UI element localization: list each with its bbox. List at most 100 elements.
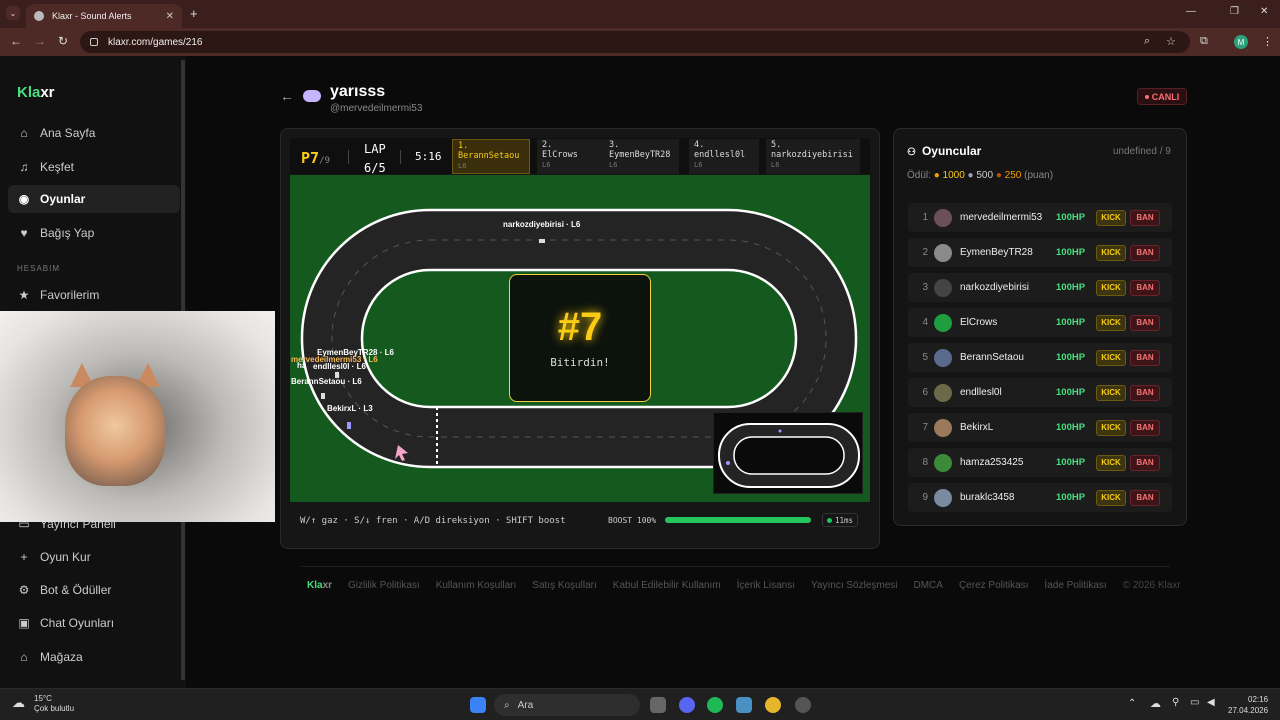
race-hud: P7/9 LAP 6/5 5:16 1. BerannSetaou L6 2. ElCr…	[290, 138, 870, 175]
back-icon[interactable]: ←	[10, 34, 22, 48]
close-tab-icon[interactable]: ✕	[166, 11, 174, 22]
onedrive-icon[interactable]: ☁	[1150, 697, 1161, 710]
car-label: narkozdiyebirisi · L6	[503, 220, 581, 229]
ping-indicator: 11ms	[822, 513, 858, 527]
task-view-icon[interactable]	[650, 697, 666, 713]
reload-icon[interactable]: ↻	[58, 34, 68, 48]
footer-divider	[300, 566, 1170, 567]
player-rank: 8	[922, 457, 928, 468]
zoom-icon[interactable]: ⌕	[1144, 35, 1150, 48]
ban-button[interactable]: BAN	[1130, 244, 1160, 261]
gamepad-icon: ◉	[18, 192, 30, 206]
player-hp: 100HP	[1056, 212, 1086, 223]
kick-button[interactable]: KICK	[1096, 454, 1126, 471]
taskbar-clock[interactable]: 02:16 27.04.2026	[1228, 694, 1268, 716]
klaxr-logo[interactable]: Klaxr	[17, 84, 55, 101]
restore-icon[interactable]: ❐	[1230, 6, 1239, 17]
weather-widget[interactable]: ☁ 15°C Çok bulutlu	[12, 694, 74, 714]
tray-chevron-icon[interactable]: ⌃	[1128, 698, 1136, 709]
kick-button[interactable]: KICK	[1096, 349, 1126, 366]
ban-button[interactable]: BAN	[1130, 209, 1160, 226]
kick-button[interactable]: KICK	[1096, 419, 1126, 436]
footer-link[interactable]: Gizlilik Politikası	[348, 580, 420, 591]
browser-tab-strip: ⌄ Klaxr - Sound Alerts ✕ + — ❐ ✕	[0, 0, 1280, 28]
kick-button[interactable]: KICK	[1096, 209, 1126, 226]
player-avatar	[934, 208, 952, 227]
sidebar-item-chat-games[interactable]: ▣ Chat Oyunları	[8, 609, 180, 637]
new-tab-icon[interactable]: +	[190, 6, 198, 21]
sidebar-section-label: HESABIM	[17, 264, 61, 273]
close-window-icon[interactable]: ✕	[1260, 6, 1268, 17]
spotify-icon[interactable]	[707, 697, 723, 713]
footer-link[interactable]: İçerik Lisansı	[737, 580, 795, 591]
taskbar-search[interactable]: ⌕ Ara	[494, 694, 640, 716]
player-hp: 100HP	[1056, 387, 1086, 398]
heart-icon: ♥	[20, 226, 28, 240]
kick-button[interactable]: KICK	[1096, 384, 1126, 401]
footer-link[interactable]: Kabul Edilebilir Kullanım	[613, 580, 721, 591]
footer-logo[interactable]: Klaxr	[307, 580, 332, 591]
start-icon[interactable]	[470, 697, 486, 713]
address-bar[interactable]: klaxr.com/games/216	[80, 31, 1190, 53]
player-avatar	[934, 243, 952, 262]
finish-message: Bitirdin!	[550, 356, 610, 369]
kick-button[interactable]: KICK	[1096, 489, 1126, 506]
site-info-icon[interactable]	[90, 38, 98, 46]
sidebar-item-home[interactable]: ⌂ Ana Sayfa	[8, 119, 180, 147]
sidebar-item-favorites[interactable]: ★ Favorilerim	[8, 281, 180, 309]
sidebar-item-donate[interactable]: ♥ Bağış Yap	[8, 219, 180, 247]
ban-button[interactable]: BAN	[1130, 279, 1160, 296]
footer-link[interactable]: Yayıncı Sözleşmesi	[811, 580, 898, 591]
footer-link[interactable]: Kullanım Koşulları	[436, 580, 517, 591]
ban-button[interactable]: BAN	[1130, 454, 1160, 471]
obs-icon[interactable]	[795, 697, 811, 713]
footer-link[interactable]: Satış Koşulları	[532, 580, 596, 591]
player-hp: 100HP	[1056, 457, 1086, 468]
bookmark-star-icon[interactable]: ☆	[1166, 35, 1176, 48]
sidebar-item-store[interactable]: ⌂ Mağaza	[8, 643, 180, 671]
hud-divider	[400, 150, 401, 164]
tab-search-button[interactable]: ⌄	[6, 6, 20, 20]
player-row: 6 endllesl0l 100HP KICK BAN	[908, 378, 1172, 407]
chrome-icon[interactable]	[765, 697, 781, 713]
extensions-icon[interactable]: ⧉	[1200, 35, 1208, 48]
footer-link[interactable]: İade Politikası	[1044, 580, 1106, 591]
back-arrow-icon[interactable]: ←	[280, 88, 294, 104]
kick-button[interactable]: KICK	[1096, 244, 1126, 261]
browser-tab[interactable]: Klaxr - Sound Alerts ✕	[26, 4, 182, 28]
footer-link[interactable]: Çerez Politikası	[959, 580, 1028, 591]
sidebar-item-discover[interactable]: ♫ Keşfet	[8, 153, 180, 181]
sidebar-item-create-game[interactable]: + Oyun Kur	[8, 543, 180, 571]
player-rank: 9	[922, 492, 928, 503]
sidebar-item-bot-rewards[interactable]: ⚙ Bot & Ödüller	[8, 576, 180, 604]
boost-label: BOOST 100%	[608, 516, 657, 525]
forward-icon[interactable]: →	[34, 34, 46, 48]
kick-button[interactable]: KICK	[1096, 314, 1126, 331]
menu-icon[interactable]: ⋮	[1262, 35, 1273, 48]
chat-icon: ▣	[18, 616, 30, 630]
ban-button[interactable]: BAN	[1130, 314, 1160, 331]
minimize-icon[interactable]: —	[1186, 6, 1196, 17]
kick-button[interactable]: KICK	[1096, 279, 1126, 296]
ban-button[interactable]: BAN	[1130, 489, 1160, 506]
game-controller-icon	[303, 90, 321, 102]
footer: Klaxr Gizlilik Politikası Kullanım Koşul…	[307, 580, 1181, 591]
game-owner[interactable]: @mervedeilmermi53	[330, 103, 422, 114]
store-icon: ⌂	[20, 650, 28, 664]
ban-button[interactable]: BAN	[1130, 419, 1160, 436]
footer-link[interactable]: DMCA	[914, 580, 943, 591]
volume-icon[interactable]: ◀	[1207, 697, 1215, 708]
app-icon[interactable]	[736, 697, 752, 713]
sidebar-item-games[interactable]: ◉ Oyunlar	[8, 185, 180, 213]
profile-avatar[interactable]: M	[1234, 35, 1248, 49]
player-rank: 2	[922, 247, 928, 258]
network-icon[interactable]: ▭	[1190, 697, 1199, 708]
robot-icon: ⚙	[18, 583, 30, 597]
player-hp: 100HP	[1056, 317, 1086, 328]
player-rank: 7	[922, 422, 928, 433]
ban-button[interactable]: BAN	[1130, 384, 1160, 401]
mic-icon[interactable]: ⚲	[1172, 697, 1179, 708]
users-icon: ⚇	[907, 147, 916, 158]
discord-icon[interactable]	[679, 697, 695, 713]
ban-button[interactable]: BAN	[1130, 349, 1160, 366]
